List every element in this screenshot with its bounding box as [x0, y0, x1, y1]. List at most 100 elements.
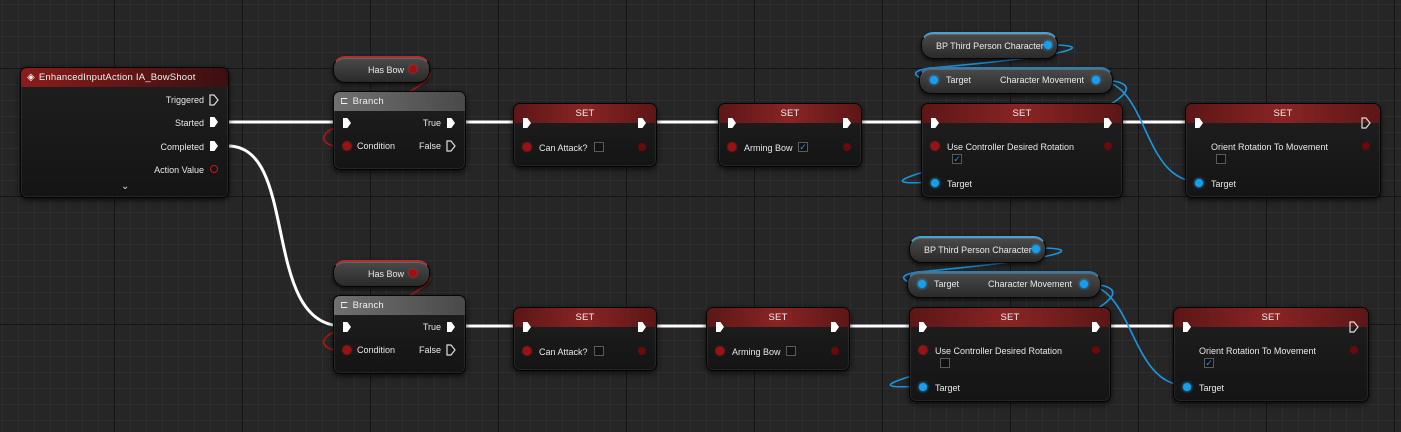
has-bow-getter-1[interactable]: Has Bow [333, 56, 430, 83]
use-ctrl-rot-in-pin[interactable] [919, 346, 927, 354]
orient-rot-out-pin[interactable] [1362, 142, 1370, 150]
use-ctrl-rot-checkbox-1[interactable]: ✓ [952, 154, 962, 164]
branch-node-1[interactable]: ⊏ Branch Condition True False [333, 91, 466, 170]
orient-rot-out-pin[interactable] [1350, 346, 1358, 354]
arming-bow-in-pin[interactable] [728, 143, 736, 151]
branch-icon: ⊏ [340, 300, 349, 311]
can-attack-out-pin[interactable] [638, 143, 646, 151]
set-header: SET [514, 308, 656, 327]
condition-label-2: Condition [357, 345, 396, 355]
target-in-pin[interactable] [930, 76, 938, 84]
char-movement-label-2: Character Movement [988, 279, 1073, 289]
triggered-label: Triggered [165, 95, 204, 105]
target-in-pin[interactable] [919, 383, 927, 391]
char-movement-getter-1[interactable]: Target Character Movement [919, 67, 1113, 94]
bp-char-getter-2[interactable]: BP Third Person Character [909, 236, 1046, 263]
can-attack-in-pin[interactable] [523, 143, 531, 151]
started-label: Started [174, 118, 204, 128]
has-bow-getter-2[interactable]: Has Bow [333, 260, 430, 287]
set-header: SET [514, 104, 656, 123]
completed-exec-pin[interactable] [210, 141, 218, 151]
set-can-attack-2[interactable]: SET Can Attack? [513, 307, 657, 371]
can-attack-checkbox-1[interactable] [594, 142, 604, 152]
arming-bow-out-pin[interactable] [843, 143, 851, 151]
true-exec-pin-1[interactable] [447, 118, 455, 128]
bp-char-out-pin-2[interactable] [1032, 245, 1040, 253]
target-in-pin[interactable] [918, 280, 926, 288]
arming-bow-checkbox-2[interactable] [786, 346, 796, 356]
branch-header-1: ⊏ Branch [334, 92, 465, 111]
char-movement-out-pin-2[interactable] [1080, 280, 1088, 288]
set-use-ctrl-rot-2[interactable]: SET Use Controller Desired Rotation Targ… [909, 307, 1111, 402]
has-bow-out-pin-1[interactable] [409, 65, 417, 73]
branch-title-1: Branch [352, 96, 384, 107]
target-label: Target [1211, 179, 1237, 189]
set-arming-bow-1[interactable]: SET Arming Bow ✓ [718, 103, 862, 167]
arming-bow-label: Arming Bow [744, 143, 793, 153]
triggered-exec-pin[interactable] [209, 94, 219, 106]
orient-rot-checkbox-2[interactable]: ✓ [1204, 358, 1214, 368]
orient-rot-label: Orient Rotation To Movement [1211, 142, 1328, 152]
branch-exec-in-2[interactable] [343, 322, 351, 332]
set-header: SET [1186, 104, 1380, 123]
event-title: EnhancedInputAction IA_BowShoot [38, 72, 196, 83]
target-in-pin[interactable] [931, 179, 939, 187]
use-ctrl-rot-in-pin[interactable] [931, 142, 939, 150]
action-value-pin[interactable] [210, 165, 218, 173]
can-attack-label: Can Attack? [539, 347, 588, 357]
has-bow-out-pin-2[interactable] [409, 269, 417, 277]
event-node-header: ◈ EnhancedInputAction IA_BowShoot [21, 68, 228, 87]
expand-chevron-icon[interactable]: ⌄ [121, 181, 129, 192]
action-value-label: Action Value [154, 165, 204, 175]
set-exec-out-hollow[interactable] [1361, 117, 1371, 129]
bp-char-getter-1[interactable]: BP Third Person Character [921, 32, 1058, 59]
set-can-attack-1[interactable]: SET Can Attack? [513, 103, 657, 167]
char-movement-label-1: Character Movement [1000, 75, 1085, 85]
has-bow-label-1: Has Bow [368, 65, 405, 75]
target-label: Target [935, 383, 961, 393]
set-header: SET [1174, 308, 1368, 327]
set-exec-out-hollow[interactable] [1349, 321, 1359, 333]
event-node[interactable]: ◈ EnhancedInputAction IA_BowShoot Trigge… [20, 67, 229, 198]
set-header: SET [719, 104, 861, 123]
condition-pin-1[interactable] [343, 142, 351, 150]
target-label: Target [934, 279, 960, 289]
arming-bow-out-pin[interactable] [831, 347, 839, 355]
set-orient-rot-2[interactable]: SET Orient Rotation To Movement ✓ Target [1173, 307, 1369, 402]
set-use-ctrl-rot-1[interactable]: SET Use Controller Desired Rotation ✓ Ta… [921, 103, 1123, 198]
target-in-pin[interactable] [1195, 179, 1203, 187]
orient-rot-label: Orient Rotation To Movement [1199, 346, 1316, 356]
set-arming-bow-2[interactable]: SET Arming Bow [706, 307, 850, 371]
branch-exec-in-1[interactable] [343, 118, 351, 128]
event-diamond-icon: ◈ [27, 72, 35, 83]
target-in-pin[interactable] [1183, 383, 1191, 391]
set-orient-rot-1[interactable]: SET Orient Rotation To Movement Target [1185, 103, 1381, 198]
target-label: Target [1199, 383, 1225, 393]
can-attack-out-pin[interactable] [638, 347, 646, 355]
has-bow-label-2: Has Bow [368, 269, 405, 279]
use-ctrl-rot-checkbox-2[interactable] [940, 358, 950, 368]
use-ctrl-rot-out-pin[interactable] [1092, 346, 1100, 354]
false-exec-pin-1[interactable] [446, 140, 456, 152]
use-ctrl-rot-label: Use Controller Desired Rotation [935, 346, 1063, 356]
started-exec-pin[interactable] [210, 117, 218, 127]
branch-node-2[interactable]: ⊏ Branch Condition True False [333, 295, 466, 374]
orient-rot-checkbox-1[interactable] [1216, 154, 1226, 164]
char-movement-out-pin-1[interactable] [1092, 76, 1100, 84]
false-exec-pin-2[interactable] [446, 344, 456, 356]
can-attack-label: Can Attack? [539, 143, 588, 153]
can-attack-checkbox-2[interactable] [594, 346, 604, 356]
set-header: SET [922, 104, 1122, 123]
bp-char-out-pin-1[interactable] [1044, 41, 1052, 49]
completed-label: Completed [160, 142, 204, 152]
true-exec-pin-2[interactable] [447, 322, 455, 332]
arming-bow-in-pin[interactable] [716, 347, 724, 355]
branch-icon: ⊏ [340, 96, 349, 107]
branch-header-2: ⊏ Branch [334, 296, 465, 315]
char-movement-getter-2[interactable]: Target Character Movement [907, 271, 1101, 298]
condition-pin-2[interactable] [343, 346, 351, 354]
arming-bow-checkbox-1[interactable]: ✓ [798, 142, 808, 152]
can-attack-in-pin[interactable] [523, 347, 531, 355]
use-ctrl-rot-out-pin[interactable] [1104, 142, 1112, 150]
bp-char-label-2: BP Third Person Character [924, 245, 1032, 255]
